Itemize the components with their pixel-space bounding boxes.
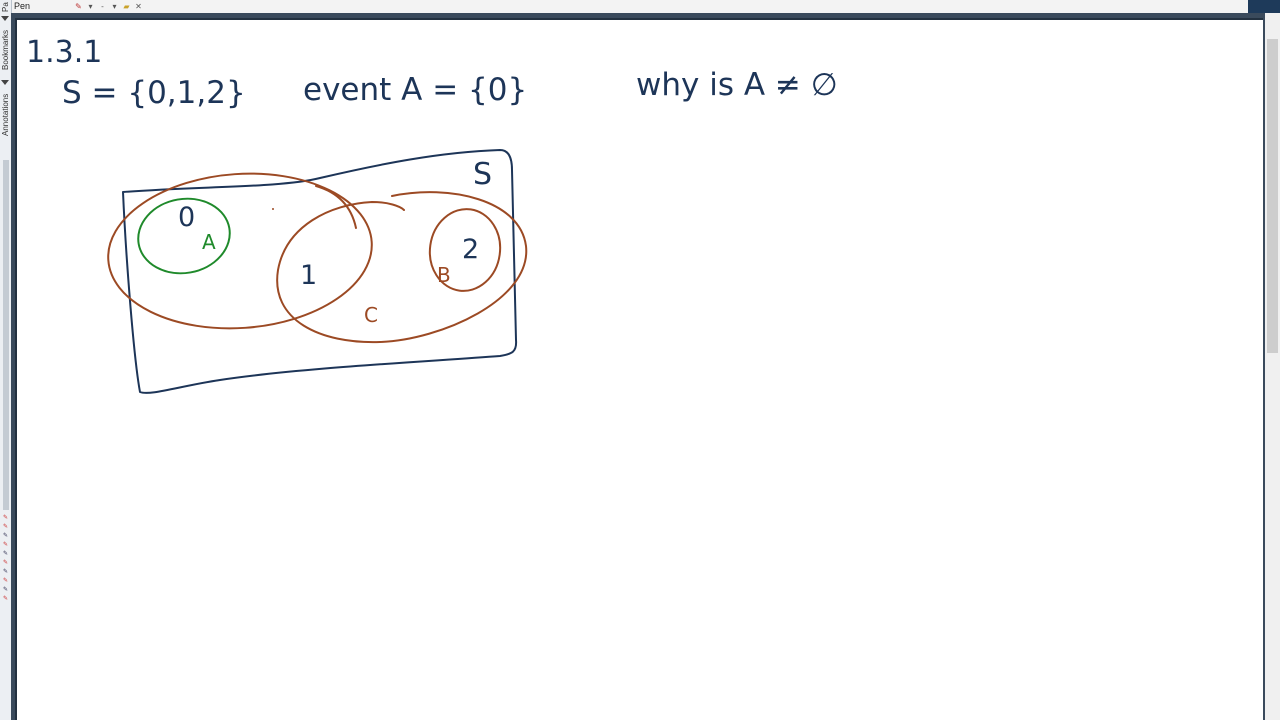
element-2: 2 [462, 234, 479, 265]
set-a-label: A [202, 230, 216, 254]
handwriting-canvas: 1.3.1 S = {0,1,2} event A = {0} why is A… [26, 35, 838, 394]
venn-diagram: S 0 1 2 A B C [107, 149, 528, 394]
element-0: 0 [178, 202, 195, 233]
set-c-label: C [364, 303, 378, 327]
event-definition-text: event A = {0} [303, 72, 527, 108]
heading-text: 1.3.1 [26, 35, 102, 70]
element-1: 1 [300, 260, 317, 291]
sample-space-text: S = {0,1,2} [62, 75, 246, 111]
universe-label: S [473, 157, 492, 192]
set-c-stroke [315, 185, 357, 229]
question-text: why is A ≠ ∅ [636, 67, 838, 103]
set-b-label: B [437, 263, 451, 287]
stray-ink-dot [272, 208, 274, 210]
